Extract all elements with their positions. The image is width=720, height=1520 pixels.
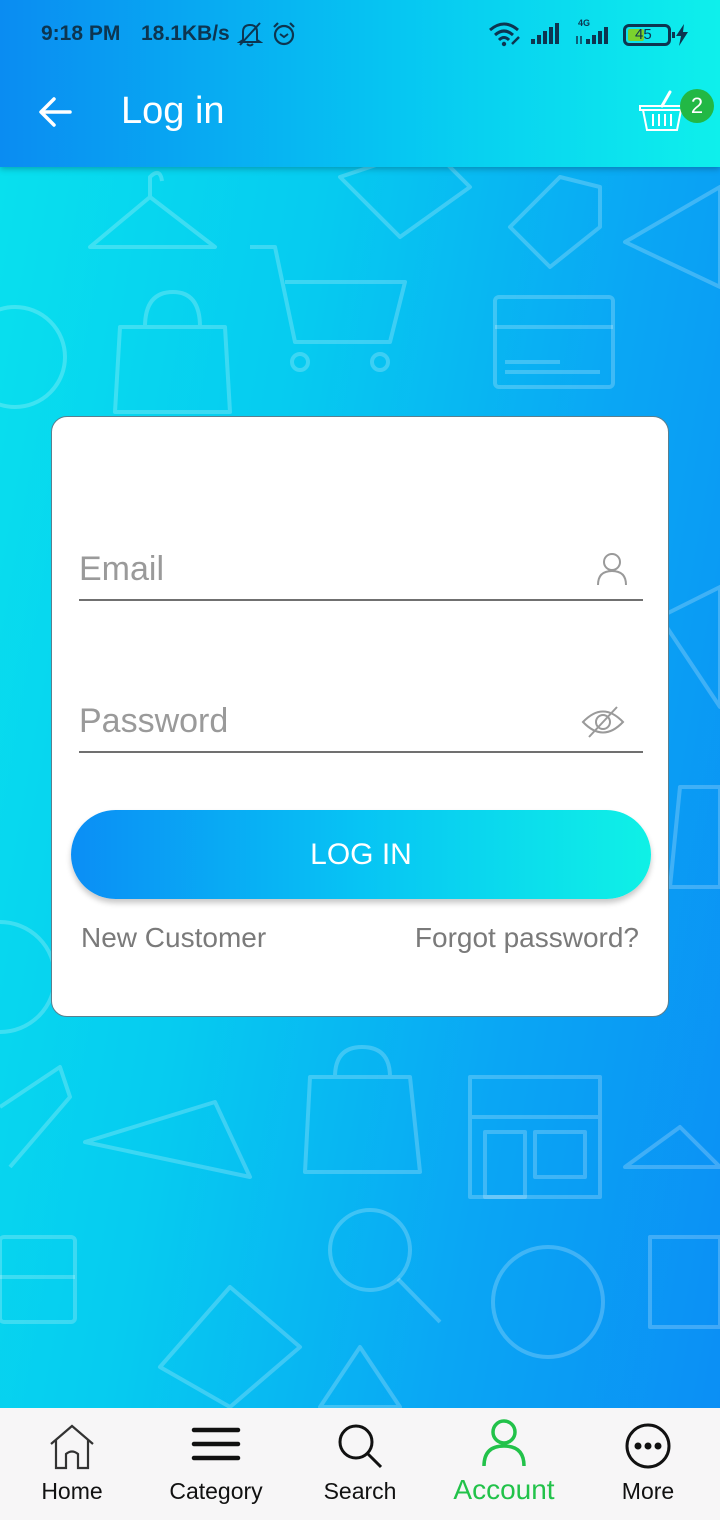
charging-icon (676, 24, 688, 46)
alarm-icon (273, 22, 295, 46)
search-icon (338, 1424, 383, 1469)
cart-count-badge: 2 (680, 89, 714, 123)
signal-4g-icon: 4G (575, 18, 615, 48)
signal-bars (576, 27, 608, 44)
nav-label: Account (453, 1474, 555, 1505)
nav-label: Home (41, 1478, 103, 1504)
bell-muted-icon (237, 22, 263, 47)
nav-item-category[interactable]: Category (144, 1408, 288, 1520)
login-card: LOG IN New Customer Forgot password? (51, 416, 669, 1017)
status-time: 9:18 PM (41, 22, 121, 45)
user-icon (482, 1419, 526, 1467)
password-input[interactable] (79, 693, 559, 749)
bottom-navigation: Home Category Search Account More (0, 1408, 720, 1520)
nav-item-account[interactable]: Account (432, 1408, 576, 1520)
top-bar: 9:18 PM 18.1KB/s 4G 45 Log in 2 (0, 0, 720, 167)
back-arrow-icon[interactable] (36, 92, 76, 132)
status-bar: 9:18 PM 18.1KB/s 4G 45 (0, 0, 720, 70)
email-field[interactable] (79, 541, 643, 601)
more-icon (625, 1423, 671, 1469)
forgot-password-link[interactable]: Forgot password? (415, 922, 639, 954)
nav-label: Category (169, 1478, 263, 1504)
wifi-icon (489, 22, 520, 47)
network-speed: 18.1KB/s (141, 22, 230, 45)
nav-label: More (621, 1478, 675, 1504)
home-icon (50, 1424, 94, 1470)
new-customer-link[interactable]: New Customer (81, 922, 266, 954)
battery-icon: 45 (623, 24, 675, 46)
nav-label: Search (323, 1478, 397, 1504)
nav-item-home[interactable]: Home (0, 1408, 144, 1520)
email-input[interactable] (79, 541, 559, 597)
basket-icon[interactable] (638, 88, 686, 136)
eye-off-icon[interactable] (581, 705, 625, 739)
login-button[interactable]: LOG IN (71, 810, 651, 899)
nav-item-more[interactable]: More (576, 1408, 720, 1520)
user-icon (597, 553, 627, 586)
menu-icon (191, 1427, 241, 1461)
password-field[interactable] (79, 693, 643, 753)
signal-icon (531, 23, 559, 44)
battery-level: 45 (635, 26, 652, 43)
page-title: Log in (121, 90, 225, 132)
nav-item-search[interactable]: Search (288, 1408, 432, 1520)
